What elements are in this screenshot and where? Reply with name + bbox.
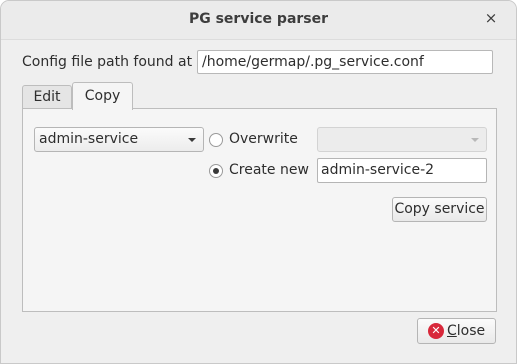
dialog-window: PG service parser × Config file path fou… (0, 0, 517, 364)
create-new-radio[interactable] (209, 164, 223, 178)
copy-tab-panel: admin-service Overwrite Create new admin… (22, 108, 497, 312)
chevron-down-icon (188, 138, 196, 142)
title-bar[interactable]: PG service parser × (1, 1, 516, 40)
config-path-label: Config file path found at (22, 54, 193, 70)
close-button[interactable]: ✕ Close (417, 318, 496, 344)
overwrite-radio[interactable] (209, 133, 223, 147)
copy-service-button[interactable]: Copy service (392, 197, 487, 222)
source-service-select[interactable]: admin-service (34, 127, 204, 152)
config-path-field[interactable]: /home/germap/.pg_service.conf (197, 50, 493, 74)
overwrite-target-select (317, 127, 487, 152)
dialog-content: Config file path found at /home/germap/.… (1, 40, 516, 363)
window-close-icon[interactable]: × (482, 9, 500, 27)
new-service-name-input[interactable]: admin-service-2 (317, 158, 487, 183)
window-title: PG service parser (188, 11, 329, 27)
overwrite-label[interactable]: Overwrite (229, 131, 298, 147)
close-mnemonic: C (447, 323, 457, 339)
close-label-rest: lose (456, 323, 486, 339)
source-service-value: admin-service (39, 131, 139, 147)
close-icon: ✕ (428, 323, 444, 339)
close-button-label: Close (447, 319, 485, 343)
tab-copy[interactable]: Copy (72, 82, 133, 110)
tab-edit[interactable]: Edit (22, 85, 72, 109)
radio-selected-dot (213, 168, 219, 174)
chevron-down-icon (471, 138, 479, 142)
create-new-label[interactable]: Create new (229, 162, 309, 178)
